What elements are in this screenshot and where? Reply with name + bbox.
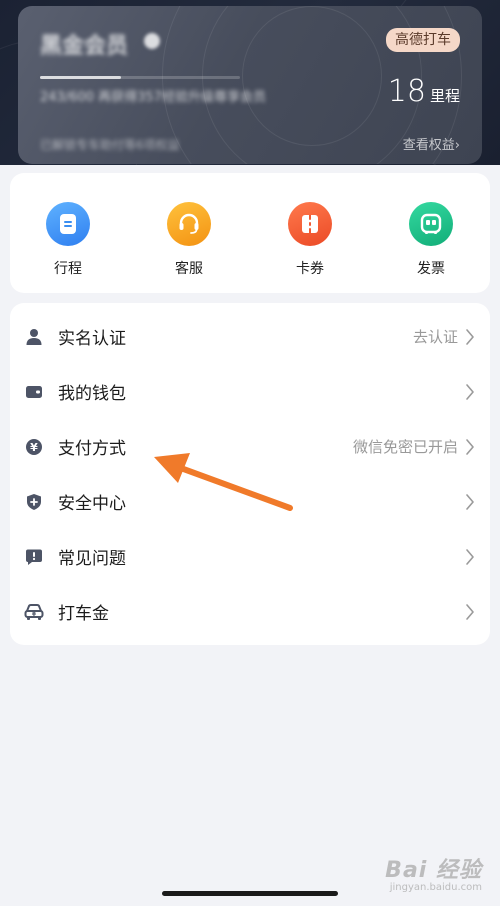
svg-text:¥: ¥: [30, 441, 38, 454]
menu-item-label: 支付方式: [58, 439, 126, 459]
quick-actions-panel: 行程 客服 卡券 发票: [10, 173, 490, 293]
quick-action-itinerary[interactable]: 行程: [28, 202, 108, 278]
mileage-display: 18 里程: [388, 74, 460, 109]
chevron-right-icon: [466, 383, 474, 400]
watermark-url: jingyan.baidu.com: [389, 882, 482, 893]
menu-item-label: 常见问题: [58, 549, 126, 569]
member-level-title: 黑金会员: [40, 34, 129, 59]
quick-action-customer-service[interactable]: 客服: [149, 202, 229, 278]
faq-icon: [24, 547, 44, 567]
mileage-value: 18: [387, 74, 426, 109]
menu-item-label: 我的钱包: [58, 384, 126, 404]
menu-item-label: 安全中心: [58, 494, 126, 514]
itinerary-icon: [46, 202, 90, 246]
membership-progress-text: 243/600 再获得357经验升级尊享会员: [40, 90, 266, 105]
menu-item-my-wallet[interactable]: 我的钱包: [10, 364, 490, 419]
chevron-right-icon: [466, 438, 474, 455]
shield-icon: [24, 492, 44, 512]
chevron-right-icon: [466, 548, 474, 565]
menu-item-real-name-verification[interactable]: 实名认证 去认证: [10, 309, 490, 364]
mileage-unit: 里程: [429, 87, 460, 105]
view-benefits-link[interactable]: 查看权益›: [403, 134, 460, 153]
verification-status: 去认证: [412, 328, 458, 346]
yuan-icon: ¥: [24, 437, 44, 457]
coupon-icon: [288, 202, 332, 246]
invoice-icon: [409, 202, 453, 246]
membership-progress-bar: [40, 76, 240, 79]
member-card[interactable]: 黑金会员 高德打车 243/600 再获得357经验升级尊享会员 18 里程 已解…: [18, 6, 482, 164]
person-icon: [24, 327, 44, 347]
customer-service-icon: [167, 202, 211, 246]
member-badge-icon: [144, 33, 160, 49]
quick-action-invoice[interactable]: 发票: [391, 202, 471, 278]
member-subtitle: 已解锁专车助付等6项权益: [40, 138, 180, 152]
quick-action-label: 发票: [417, 261, 445, 277]
menu-item-taxi-gold[interactable]: ¥ 打车金: [10, 584, 490, 639]
brand-badge: 高德打车: [386, 28, 460, 52]
quick-action-label: 行程: [54, 261, 82, 277]
home-indicator[interactable]: [162, 891, 338, 896]
quick-action-coupons[interactable]: 卡券: [270, 202, 350, 278]
menu-item-faq[interactable]: 常见问题: [10, 529, 490, 584]
annotation-arrow-icon: [154, 453, 293, 511]
quick-action-label: 卡券: [296, 261, 324, 277]
membership-progress-fill: [40, 76, 121, 79]
watermark-logo-text: Bai 经验: [385, 858, 482, 883]
chevron-right-icon: [466, 493, 474, 510]
payment-status: 微信免密已开启: [352, 438, 458, 456]
menu-item-label: 打车金: [58, 604, 109, 624]
taxi-gold-icon: ¥: [24, 602, 44, 622]
menu-item-label: 实名认证: [58, 329, 126, 349]
wallet-icon: [24, 382, 44, 402]
baidu-jingyan-watermark: Bai 经验 jingyan.baidu.com: [385, 852, 482, 893]
chevron-right-icon: [466, 603, 474, 620]
chevron-right-icon: [466, 328, 474, 345]
quick-action-label: 客服: [175, 261, 203, 277]
